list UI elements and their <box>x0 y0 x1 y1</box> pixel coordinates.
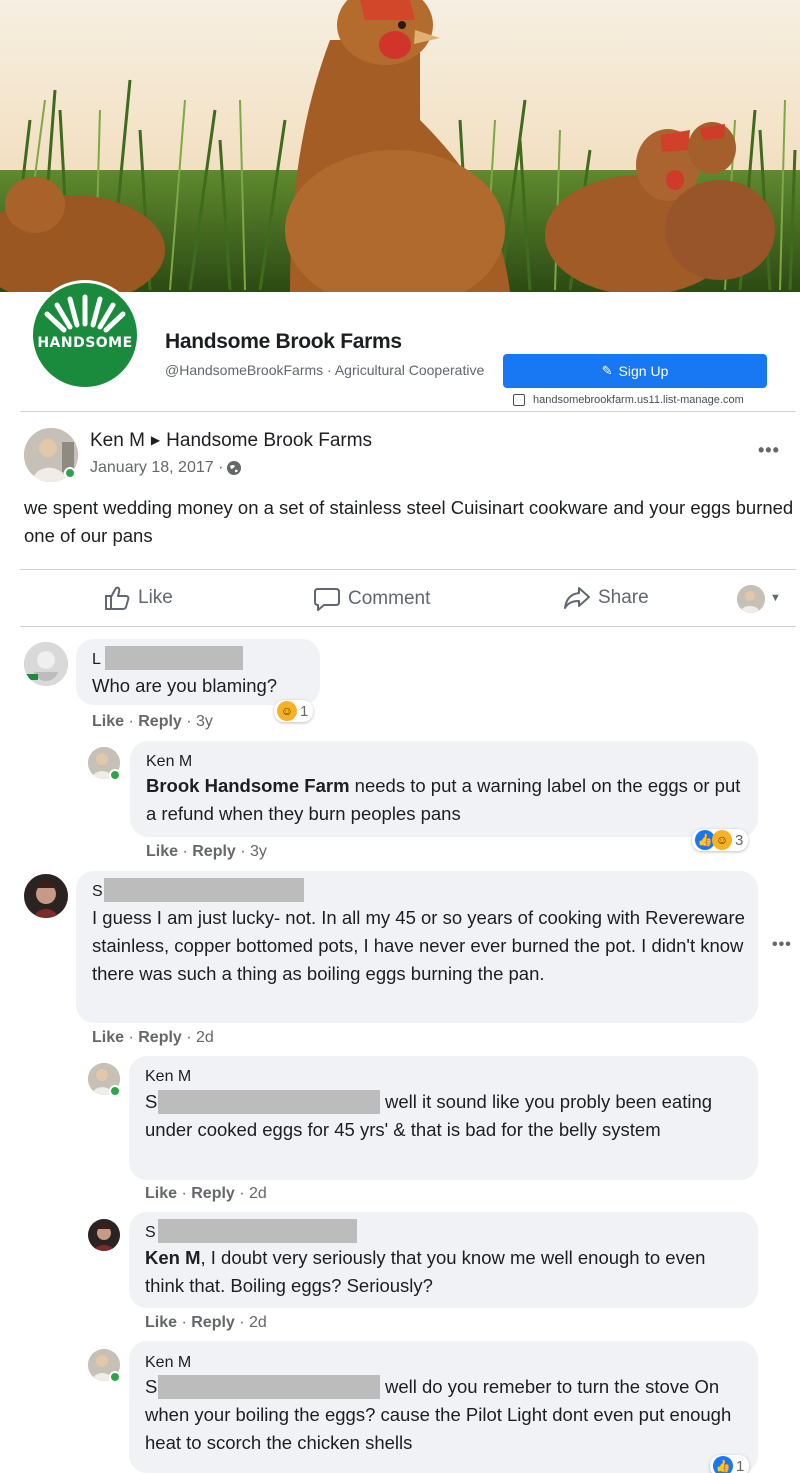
comment-text: I guess I am just lucky- not. In all my … <box>92 907 745 984</box>
comment-like-link[interactable]: Like <box>92 1029 124 1046</box>
commenter-name[interactable]: L <box>92 651 101 669</box>
comment-age[interactable]: 2d <box>196 1029 214 1046</box>
comment-text: Brook Handsome Farm needs to put a warni… <box>146 772 746 828</box>
redacted-name <box>105 646 243 670</box>
page-handle-category: @HandsomeBrookFarms · Agricultural Coope… <box>165 362 485 378</box>
sign-up-button[interactable]: ✎ Sign Up <box>503 354 767 388</box>
comment-reply-link[interactable]: Reply <box>191 1185 235 1202</box>
comment-body: , I doubt very seriously that you know m… <box>145 1247 706 1296</box>
reaction-summary[interactable]: 👍 1 <box>710 1455 750 1473</box>
divider <box>20 626 796 627</box>
reaction-count: 1 <box>736 1457 745 1473</box>
commenter-name[interactable]: S <box>92 883 103 901</box>
avatar[interactable] <box>24 642 68 686</box>
commenter-name[interactable]: Ken M <box>145 1354 191 1372</box>
comment-age[interactable]: 3y <box>250 843 267 860</box>
reaction-summary[interactable]: 👍 ☺ 3 <box>692 829 749 851</box>
comment-meta: Like · Reply · 2d <box>92 1029 214 1046</box>
comment-reply-link[interactable]: Reply <box>138 713 182 730</box>
online-status-icon <box>64 467 76 479</box>
comment-icon <box>314 588 340 611</box>
comment-text: Who are you blaming? <box>92 675 278 696</box>
pencil-icon: ✎ <box>601 363 613 378</box>
online-status-icon <box>109 1085 121 1097</box>
commenter-name[interactable]: S <box>145 1224 156 1242</box>
online-status-icon <box>109 769 121 781</box>
redacted-name <box>158 1219 357 1243</box>
comment-meta: Like · Reply · 2d <box>145 1314 267 1331</box>
redacted-name <box>104 878 304 902</box>
comment-reply-link[interactable]: Reply <box>191 1314 235 1331</box>
comment-reply-link[interactable]: Reply <box>192 843 236 860</box>
like-label: Like <box>138 587 173 608</box>
reaction-count: 1 <box>300 702 309 720</box>
mention-link[interactable]: Ken M <box>145 1247 201 1268</box>
haha-icon: ☺ <box>277 701 297 721</box>
comment-meta: Like · Reply · 2d <box>145 1185 267 1202</box>
comment-like-link[interactable]: Like <box>145 1185 177 1202</box>
page-header: HANDSOME Handsome Brook Farms @HandsomeB… <box>0 280 800 410</box>
comment-like-link[interactable]: Like <box>146 843 178 860</box>
globe-icon <box>227 461 242 475</box>
page-title[interactable]: Handsome Brook Farms <box>165 330 402 354</box>
post-target-page[interactable]: Handsome Brook Farms <box>166 430 372 451</box>
comment-age[interactable]: 2d <box>249 1314 267 1331</box>
thumbs-up-icon <box>105 586 130 610</box>
divider <box>20 411 796 412</box>
website-url: handsomebrookfarm.us11.list-manage.com <box>533 394 744 406</box>
comment-text: well do you remeber to turn the stove On… <box>145 1376 732 1453</box>
arrow-right-icon: ▶ <box>150 433 161 447</box>
comment-meta: Like · Reply · 3y <box>92 713 213 730</box>
comment-label: Comment <box>348 588 431 609</box>
online-status-icon <box>109 1371 121 1383</box>
reaction-summary[interactable]: ☺ 1 <box>274 700 314 722</box>
external-link-icon <box>513 394 525 406</box>
sign-up-label: Sign Up <box>618 363 669 379</box>
website-link[interactable]: handsomebrookfarm.us11.list-manage.com <box>513 394 744 406</box>
author-name[interactable]: Ken M <box>90 430 145 451</box>
comment-like-link[interactable]: Like <box>92 713 124 730</box>
post-author[interactable]: Ken M ▶ Handsome Brook Farms <box>90 430 372 452</box>
commenter-name[interactable]: Ken M <box>146 753 192 771</box>
viewer-avatar[interactable] <box>737 585 765 613</box>
share-label: Share <box>598 587 649 608</box>
mention-link[interactable]: Brook Handsome Farm <box>146 775 350 796</box>
comment-text: Ken M, I doubt very seriously that you k… <box>145 1244 745 1300</box>
comment-reply-link[interactable]: Reply <box>138 1029 182 1046</box>
like-icon: 👍 <box>713 1456 733 1473</box>
cover-photo <box>0 0 800 292</box>
comment-age[interactable]: 3y <box>196 713 213 730</box>
avatar[interactable] <box>88 1219 120 1251</box>
post-date-text[interactable]: January 18, 2017 · <box>90 459 223 477</box>
logo-text: HANDSOME <box>37 335 133 351</box>
share-icon <box>564 587 590 609</box>
comment-like-link[interactable]: Like <box>145 1314 177 1331</box>
page-logo[interactable]: HANDSOME <box>30 280 140 390</box>
comment-meta: Like · Reply · 3y <box>146 843 267 860</box>
divider <box>20 569 796 570</box>
post-options-icon[interactable]: ••• <box>758 440 780 461</box>
reaction-count: 3 <box>735 831 744 849</box>
post-date[interactable]: January 18, 2017 · <box>90 459 242 477</box>
post-text: we spent wedding money on a set of stain… <box>24 497 794 546</box>
commenter-name[interactable]: Ken M <box>145 1068 191 1086</box>
comment-button[interactable]: Comment <box>314 586 430 612</box>
chevron-down-icon[interactable]: ▼ <box>770 592 781 604</box>
comment-text: well it sound like you probly been eatin… <box>145 1091 713 1140</box>
like-button[interactable]: Like <box>104 586 173 610</box>
avatar[interactable] <box>24 874 68 918</box>
haha-icon: ☺ <box>712 830 732 850</box>
share-button[interactable]: Share <box>564 586 649 610</box>
comment-age[interactable]: 2d <box>249 1185 267 1202</box>
comment-options-icon[interactable]: ••• <box>772 936 792 954</box>
